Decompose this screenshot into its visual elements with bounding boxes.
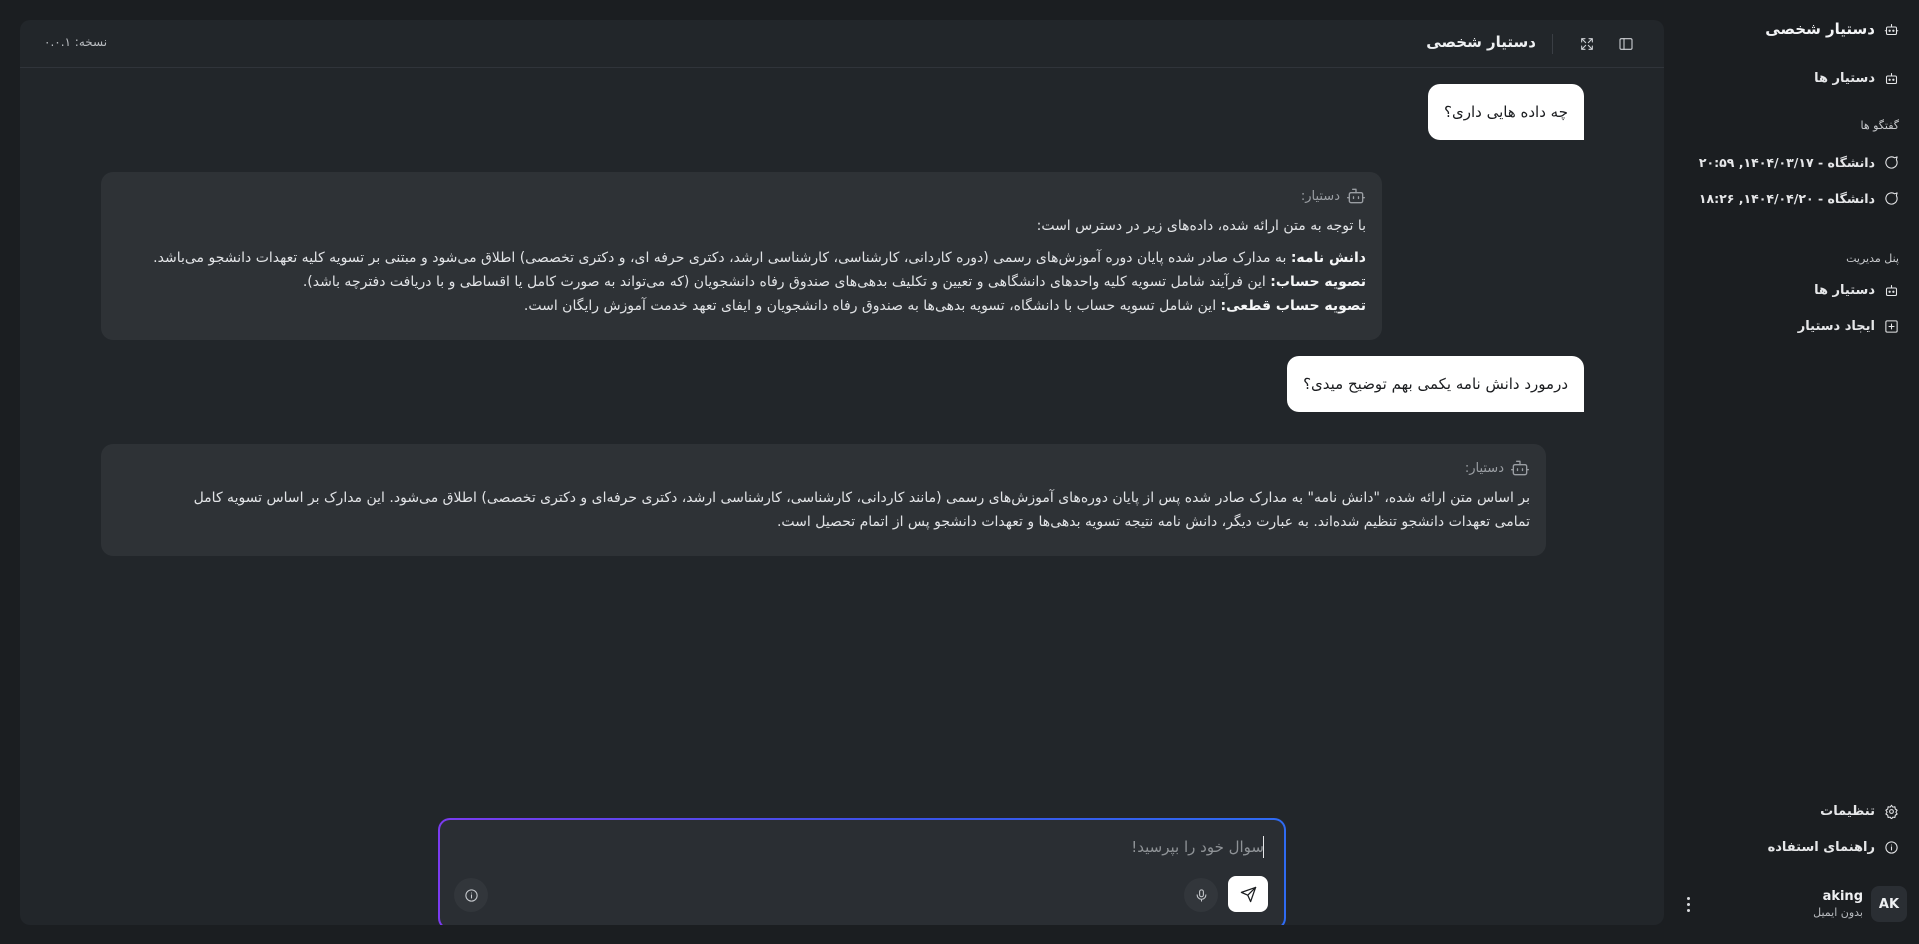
assistant-message: دستیار: با توجه به متن ارائه شده، داده‌ه… [101,172,1382,340]
admin-section-title: پنل مدیریت [1846,252,1899,265]
mic-icon [1196,888,1206,902]
user-message-text: درمورد دانش نامه یکمی بهم توضیح میدی؟ [1303,375,1568,393]
header-divider [1552,34,1553,54]
conversation-label: دانشگاه - ۱۴۰۴/۰۳/۱۷, ۲۰:۵۹ [1698,154,1875,170]
sidebar-item-help[interactable]: راهنمای استفاده [1768,839,1899,855]
user-message: درمورد دانش نامه یکمی بهم توضیح میدی؟ [1287,356,1584,412]
send-icon [1240,886,1256,902]
message-circle-icon [1883,154,1899,170]
mic-button[interactable] [1184,878,1218,912]
assistant-message-text: با توجه به متن ارائه شده، داده‌های زیر د… [117,214,1366,318]
user-meta: aking بدون ایمیل [1813,889,1863,919]
question-input[interactable] [484,834,1264,860]
item-text: این فرآیند شامل تسویه کلیه واحدهای دانشگ… [302,274,1271,290]
sidebar-item-assistants[interactable]: دستیار ها [1814,70,1899,86]
user-name: aking [1822,889,1863,904]
assistant-message-text: بر اساس متن ارائه شده، "دانش نامه" به مد… [117,486,1530,534]
item-text: این شامل تسویه حساب با دانشگاه، تسویه بد… [523,298,1221,314]
settings-label: تنظیمات [1820,803,1875,819]
chat-panel: دستیار شخصی نسخه: ۰.۰.۱ چه داده هایی دار… [20,20,1664,925]
assistant-line: بر اساس متن ارائه شده، "دانش نامه" به مد… [193,490,1530,506]
version-label: نسخه: ۰.۰.۱ [44,35,108,49]
plus-square-icon [1883,318,1899,334]
admin-item-create-assistant[interactable]: ایجاد دستیار [1798,318,1899,334]
sidebar-app-title[interactable]: دستیار شخصی [1765,20,1899,38]
info-icon [1883,839,1899,855]
message-circle-icon [1883,190,1899,206]
more-options-icon[interactable] [1679,894,1697,914]
info-button[interactable] [454,878,488,912]
item-term: تصویه حساب قطعی: [1220,298,1366,314]
conversation-item[interactable]: دانشگاه - ۱۴۰۴/۰۴/۲۰, ۱۸:۲۶ [1699,190,1899,206]
assistant-list-item: تصویه حساب: این فرآیند شامل تسویه کلیه و… [117,270,1366,294]
assistant-label: دستیار: [117,186,1366,206]
sidebar: دستیار شخصی دستیار ها گفتگو ها دانشگاه -… [1665,0,1919,944]
assistant-line: تمامی تعهدات دانشجو تنظیم شده‌اند. به عب… [776,514,1530,530]
user-email: بدون ایمیل [1813,906,1863,919]
sidebar-item-label: دستیار ها [1814,70,1875,86]
assistant-label-text: دستیار: [1464,460,1504,476]
chat-title: دستیار شخصی [1426,33,1536,51]
avatar: AK [1871,886,1907,922]
user-message-text: چه داده هایی داری؟ [1444,103,1568,121]
conversation-label: دانشگاه - ۱۴۰۴/۰۴/۲۰, ۱۸:۲۶ [1698,190,1875,206]
assistant-label-text: دستیار: [1300,188,1340,204]
fullscreen-icon[interactable] [1577,34,1597,54]
send-button[interactable] [1228,876,1268,912]
composer [438,818,1286,925]
sidebar-toggle-icon[interactable] [1616,34,1636,54]
bot-icon [1511,460,1529,476]
user-message: چه داده هایی داری؟ [1428,84,1584,140]
conversation-item[interactable]: دانشگاه - ۱۴۰۴/۰۳/۱۷, ۲۰:۵۹ [1699,154,1899,170]
assistant-list-item: تصویه حساب قطعی: این شامل تسویه حساب با … [117,294,1366,318]
info-icon [464,888,478,902]
help-label: راهنمای استفاده [1767,839,1875,855]
admin-item-label: ایجاد دستیار [1797,318,1875,334]
chat-header: دستیار شخصی نسخه: ۰.۰.۱ [20,20,1664,68]
bot-icon [1883,70,1899,86]
admin-item-label: دستیار ها [1814,282,1875,298]
app-root: دستیار شخصی دستیار ها گفتگو ها دانشگاه -… [0,0,1919,944]
bot-icon [1883,21,1899,37]
app-title: دستیار شخصی [1765,20,1875,38]
assistant-intro: با توجه به متن ارائه شده، داده‌های زیر د… [1036,218,1366,234]
sidebar-item-settings[interactable]: تنظیمات [1820,803,1899,819]
bot-icon [1347,188,1365,204]
item-text: به مدارک صادر شده پایان دوره آموزش‌های ر… [153,250,1291,266]
admin-item-assistants[interactable]: دستیار ها [1814,282,1899,298]
assistant-label: دستیار: [117,458,1530,478]
assistant-list-item: دانش نامه: به مدارک صادر شده پایان دوره … [117,246,1366,270]
user-profile[interactable]: AK aking بدون ایمیل [1677,882,1907,926]
item-term: تصویه حساب: [1270,274,1366,290]
item-term: دانش نامه: [1290,250,1366,266]
bot-icon [1883,282,1899,298]
composer-box [440,820,1284,925]
text-caret [1263,836,1264,858]
conversations-section-title: گفتگو ها [1860,119,1899,132]
assistant-message: دستیار: بر اساس متن ارائه شده، "دانش نام… [101,444,1546,556]
gear-icon [1883,803,1899,819]
